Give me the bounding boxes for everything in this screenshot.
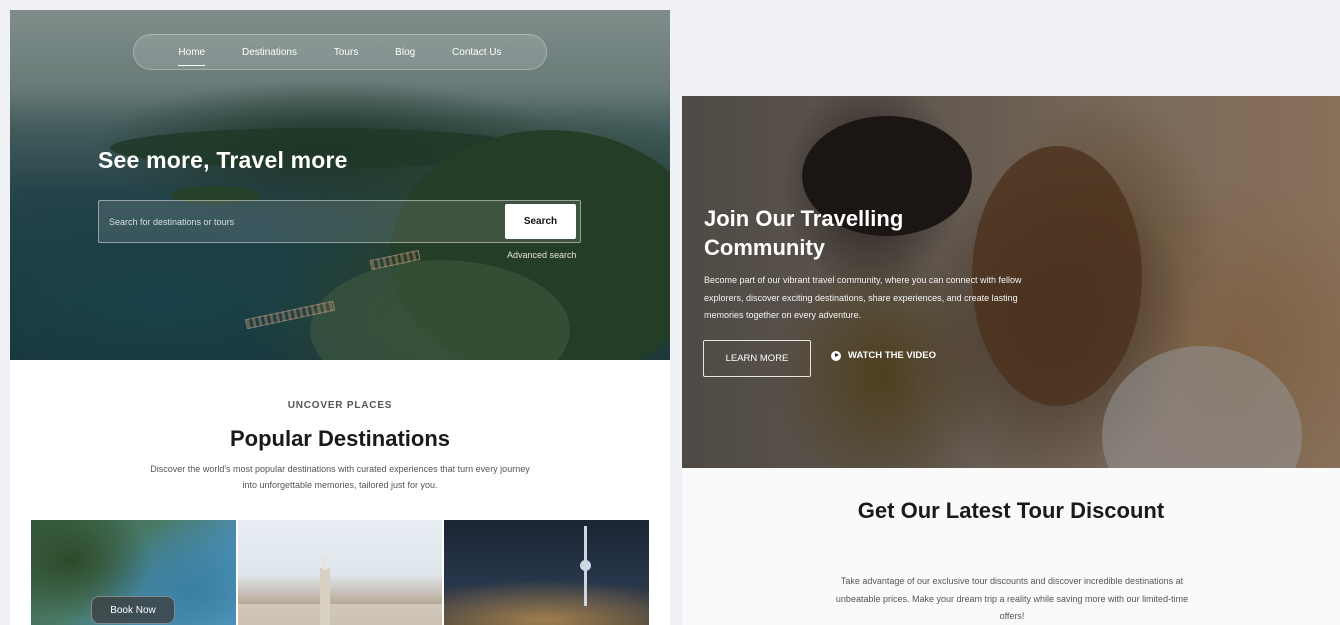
learn-more-button[interactable]: LEARN MORE xyxy=(703,340,811,377)
book-now-button[interactable]: Book Now xyxy=(91,596,175,624)
community-title: Join Our Travelling Community xyxy=(704,206,904,260)
nav-item-tours[interactable]: Tours xyxy=(334,47,358,58)
watch-video-label: WATCH THE VIDEO xyxy=(848,350,936,361)
right-panel: Join Our Travelling Community Become par… xyxy=(682,96,1340,625)
search-button[interactable]: Search xyxy=(505,204,576,239)
hero-title: See more, Travel more xyxy=(98,147,348,173)
destination-cards: Book Now xyxy=(31,520,650,625)
nav-item-home[interactable]: Home xyxy=(178,47,205,66)
watch-video-button[interactable]: WATCH THE VIDEO xyxy=(831,350,936,361)
nav-item-blog[interactable]: Blog xyxy=(395,47,415,58)
nav-item-destinations[interactable]: Destinations xyxy=(242,47,297,58)
spire-shape xyxy=(322,556,327,570)
building-shape xyxy=(237,604,443,625)
hero-section: Home Destinations Tours Blog Contact Us … xyxy=(10,10,670,360)
search-bar: Search xyxy=(98,200,581,243)
nav-item-contact-us[interactable]: Contact Us xyxy=(452,47,501,58)
destination-card[interactable] xyxy=(444,520,650,625)
community-section: Join Our Travelling Community Become par… xyxy=(682,96,1340,468)
advanced-search-link[interactable]: Advanced search xyxy=(507,250,577,260)
section-eyebrow: UNCOVER PLACES xyxy=(287,400,393,411)
section-description: Discover the world's most popular destin… xyxy=(150,464,530,490)
destination-card[interactable]: Book Now xyxy=(31,520,236,625)
community-description: Become part of our vibrant travel commun… xyxy=(704,275,1022,320)
left-panel: Home Destinations Tours Blog Contact Us … xyxy=(10,10,670,625)
main-nav: Home Destinations Tours Blog Contact Us xyxy=(133,34,547,70)
destination-card[interactable] xyxy=(237,520,443,625)
discount-title: Get Our Latest Tour Discount xyxy=(857,498,1165,523)
tv-tower-ball xyxy=(580,560,592,571)
discount-description: Take advantage of our exclusive tour dis… xyxy=(835,576,1189,621)
play-icon xyxy=(831,350,841,361)
section-title: Popular Destinations xyxy=(229,426,451,451)
search-input[interactable] xyxy=(109,201,489,242)
